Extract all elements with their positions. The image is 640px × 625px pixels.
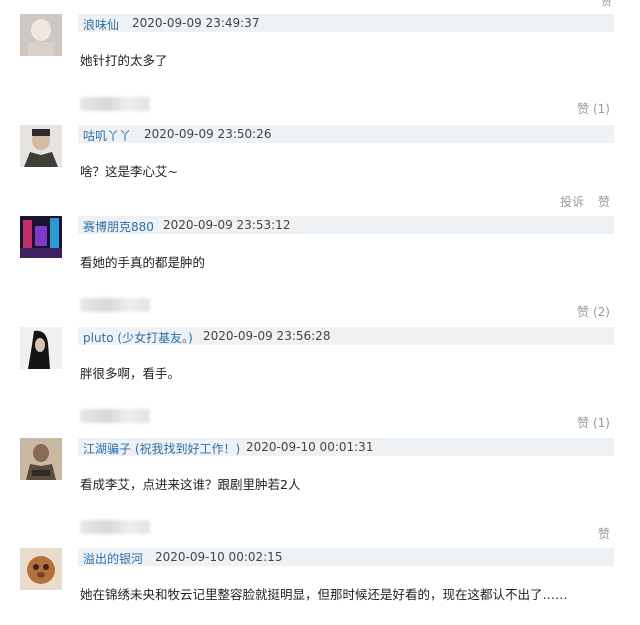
top-fragment: 赞 [0,0,640,8]
comment-actions: 赞 (1) [567,414,610,431]
comment-meta: 溢出的银河 2020-09-10 00:02:15 [78,548,614,566]
blurred-reply [80,97,150,111]
comment-time: 2020-09-09 23:50:26 [144,127,272,141]
comment-meta: 咕叽丫丫 2020-09-09 23:50:26 [78,125,614,143]
comment-time: 2020-09-09 23:56:28 [203,329,331,343]
like-button[interactable]: 赞 (1) [577,102,610,116]
like-button[interactable]: 赞 (2) [577,305,610,319]
username-link[interactable]: 溢出的银河 [83,550,143,567]
comment-text: 她针打的太多了 [80,53,168,68]
avatar[interactable] [20,14,62,56]
comment-time: 2020-09-09 23:53:12 [163,218,291,232]
comment-text: 看她的手真的都是肿的 [80,255,206,270]
avatar[interactable] [20,216,62,258]
like-button[interactable]: 赞 (1) [577,416,610,430]
comment-actions: 赞 (2) [567,303,610,320]
comment-time: 2020-09-10 00:02:15 [155,550,283,564]
comment-text: 胖很多啊，看手。 [80,366,181,381]
comment-actions: 赞 (1) [567,100,610,117]
like-button[interactable]: 赞 [601,0,612,9]
comment-text: 啥？这是李心艾~ [80,164,178,179]
comment-meta: pluto (少女打基友。) 2020-09-09 23:56:28 [78,327,614,345]
comment-time: 2020-09-09 23:49:37 [132,16,260,30]
comment-actions: 赞 [588,525,610,542]
comment-meta: 赛博朋克880 2020-09-09 23:53:12 [78,216,614,234]
avatar[interactable] [20,327,62,369]
comment-actions: 投诉 赞 [550,193,610,210]
comment-time: 2020-09-10 00:01:31 [246,440,374,454]
blurred-reply [80,409,150,423]
like-button[interactable]: 赞 [598,195,610,209]
avatar-image [20,216,62,258]
username-link[interactable]: pluto (少女打基友。) [83,329,193,346]
report-button[interactable]: 投诉 [560,195,584,209]
username-link[interactable]: 浪味仙 [83,16,119,33]
avatar-image [20,14,62,56]
avatar-image [20,125,62,167]
comment-meta: 江湖骗子 (祝我找到好工作！) 2020-09-10 00:01:31 [78,438,614,456]
username-link[interactable]: 赛博朋克880 [83,218,154,235]
blurred-reply [80,520,150,534]
like-button[interactable]: 赞 [598,527,610,541]
username-link[interactable]: 咕叽丫丫 [83,127,131,144]
comment-text: 她在锦绣未央和牧云记里整容脸就挺明显，但那时候还是好看的，现在这都认不出了…… [80,587,568,602]
avatar[interactable] [20,125,62,167]
avatar[interactable] [20,438,62,480]
blurred-reply [80,298,150,312]
comment-meta: 浪味仙 2020-09-09 23:49:37 [78,14,614,32]
avatar[interactable] [20,548,62,590]
avatar-image [20,327,62,369]
avatar-image [20,548,62,590]
avatar-image [20,438,62,480]
username-link[interactable]: 江湖骗子 (祝我找到好工作！) [83,440,240,457]
comment-text: 看成李艾，点进来这谁？跟剧里肿若2人 [80,477,301,492]
